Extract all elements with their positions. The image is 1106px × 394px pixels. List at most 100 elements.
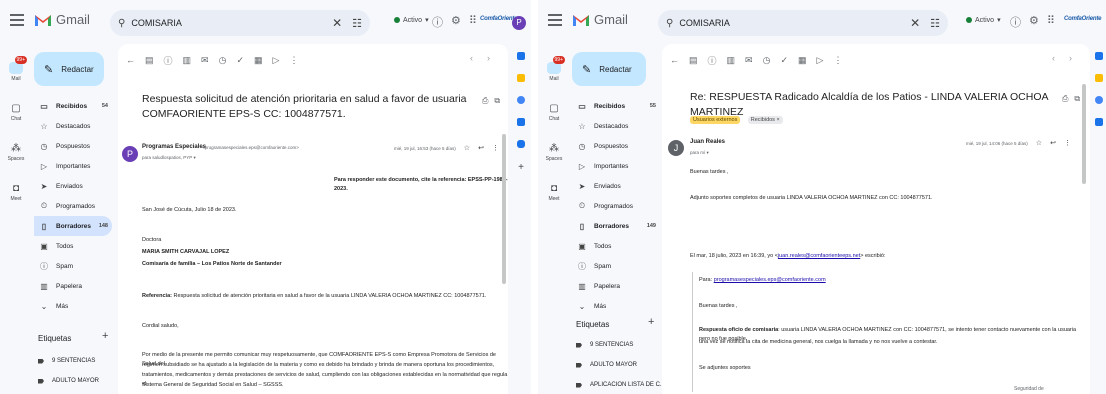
settings-icon[interactable]: ⚙ [451,14,461,30]
gmail-logo[interactable]: Gmail [572,12,628,27]
label-icon[interactable]: ▷ [817,55,824,66]
tasks-icon[interactable] [517,96,525,104]
next-icon[interactable]: › [1069,53,1072,63]
rail-item-spaces[interactable]: ⁂ Spaces [538,132,570,172]
delete-icon[interactable]: ▥ [727,55,736,66]
apps-icon[interactable]: ⠿ [469,14,477,30]
nav-item-spam[interactable]: ⓘ Spam [572,256,660,276]
nav-item-starred[interactable]: ☆ Destacados [34,116,112,136]
nav-item-inbox[interactable]: ▭ Recibidos 55 [572,96,660,116]
keep-icon[interactable] [1095,74,1103,82]
label-item[interactable]: 9 SENTENCIAS [38,358,95,364]
account-avatar[interactable]: P [512,16,526,30]
rail-item-mail[interactable]: 99+ Mail [0,52,32,92]
archive-icon[interactable]: ▤ [145,55,154,66]
nav-item-more[interactable]: ⌄ Más [34,296,112,316]
sender-name[interactable]: Programas Especiales [142,144,206,150]
recipients-line[interactable]: para mí ▾ [690,150,709,156]
settings-icon[interactable]: ⚙ [1029,14,1039,30]
nav-item-scheduled[interactable]: ⏲ Programados [34,196,112,216]
report-spam-icon[interactable]: ⓘ [164,54,173,67]
nav-item-trash[interactable]: ▥ Papelera [34,276,112,296]
search-bar[interactable]: ⚲ COMISARIA ✕ ☷ [110,10,370,36]
archive-icon[interactable]: ▤ [689,55,698,66]
add-task-icon[interactable]: ✓ [780,55,788,66]
snooze-icon[interactable]: ◷ [219,55,227,66]
label-chip[interactable]: Recibidos × [747,116,783,124]
report-spam-icon[interactable]: ⓘ [708,54,717,67]
more-icon[interactable]: ⋮ [492,144,499,152]
menu-icon[interactable] [548,14,562,26]
print-icon[interactable]: ⎙ [1062,94,1068,104]
search-input[interactable]: COMISARIA [131,18,332,28]
star-icon[interactable]: ☆ [464,144,470,152]
clear-search-icon[interactable]: ✕ [332,16,342,30]
status-selector[interactable]: Activo ▾ [966,16,1001,24]
label-item[interactable]: APLICACION LISTA DE C... [576,382,665,388]
label-item[interactable]: 9 SENTENCIAS [576,342,633,348]
add-addon-icon[interactable]: + [518,162,524,173]
label-chip[interactable]: Usuarios externos [690,116,741,124]
contacts-icon[interactable] [517,118,525,126]
nav-item-drafts[interactable]: ▯ Borradores 148 [34,216,112,236]
add-task-icon[interactable]: ✓ [236,55,244,66]
more-icon[interactable]: ⋮ [833,55,842,66]
nav-item-more[interactable]: ⌄ Más [572,296,660,316]
sender-name[interactable]: Juan Reales [690,139,725,145]
label-item[interactable]: ADULTO MAYOR [38,378,99,384]
star-icon[interactable]: ☆ [1036,139,1042,147]
calendar-icon[interactable] [1095,52,1103,60]
label-icon[interactable]: ▷ [273,55,280,66]
nav-item-snoozed[interactable]: ◷ Pospuestos [34,136,112,156]
prev-icon[interactable]: ‹ [1052,53,1055,63]
add-label-icon[interactable]: + [648,316,654,328]
open-new-window-icon[interactable]: ⧉ [1074,94,1080,104]
rail-item-chat[interactable]: ▢ Chat [0,92,32,132]
nav-item-sent[interactable]: ➤ Enviados [34,176,112,196]
nav-item-starred[interactable]: ☆ Destacados [572,116,660,136]
move-icon[interactable]: ▦ [798,55,807,66]
clear-search-icon[interactable]: ✕ [910,16,920,30]
snooze-icon[interactable]: ◷ [763,55,771,66]
rail-item-meet[interactable]: ◘ Meet [538,172,570,212]
search-input[interactable]: COMISARIA [679,18,910,28]
reply-icon[interactable]: ↩ [478,144,484,152]
nav-item-trash[interactable]: ▥ Papelera [572,276,660,296]
next-icon[interactable]: › [487,53,490,63]
open-new-window-icon[interactable]: ⧉ [494,96,500,106]
search-icon[interactable]: ⚲ [118,18,125,29]
contacts-icon[interactable] [1095,118,1103,126]
reply-icon[interactable]: ↩ [1050,139,1056,147]
help-icon[interactable]: ⓘ [432,14,443,30]
calendar-icon[interactable] [517,52,525,60]
back-icon[interactable]: ← [670,55,679,65]
search-options-icon[interactable]: ☷ [930,17,940,30]
mark-unread-icon[interactable]: ✉ [201,55,209,66]
status-selector[interactable]: Activo ▾ [394,16,429,24]
nav-item-inbox[interactable]: ▭ Recibidos 54 [34,96,112,116]
back-icon[interactable]: ← [126,55,135,65]
nav-item-snoozed[interactable]: ◷ Pospuestos [572,136,660,156]
keep-icon[interactable] [517,74,525,82]
nav-item-all-mail[interactable]: ▣ Todos [34,236,112,256]
recipient-email-link[interactable]: programasespeciales.eps@comfaoriente.com [714,277,826,283]
nav-item-important[interactable]: ▷ Importantes [34,156,112,176]
help-icon[interactable]: ⓘ [1010,14,1021,30]
more-icon[interactable]: ⋮ [1064,139,1071,147]
zoom-icon[interactable] [517,140,525,148]
nav-item-sent[interactable]: ➤ Enviados [572,176,660,196]
recipients-line[interactable]: para saludlospatios, PYP ▾ [142,155,196,161]
search-icon[interactable]: ⚲ [666,18,673,29]
delete-icon[interactable]: ▥ [183,55,192,66]
label-item[interactable]: ADULTO MAYOR [576,362,637,368]
scrollbar[interactable] [502,134,506,284]
rail-item-spaces[interactable]: ⁂ Spaces [0,132,32,172]
rail-item-mail[interactable]: 99+ Mail [538,52,570,92]
search-bar[interactable]: ⚲ COMISARIA ✕ ☷ [658,10,948,36]
mark-unread-icon[interactable]: ✉ [745,55,753,66]
nav-item-drafts[interactable]: ▯ Borradores 149 [572,216,660,236]
scrollbar[interactable] [1082,84,1086,184]
move-icon[interactable]: ▦ [254,55,263,66]
nav-item-all-mail[interactable]: ▣ Todos [572,236,660,256]
menu-icon[interactable] [10,14,24,26]
